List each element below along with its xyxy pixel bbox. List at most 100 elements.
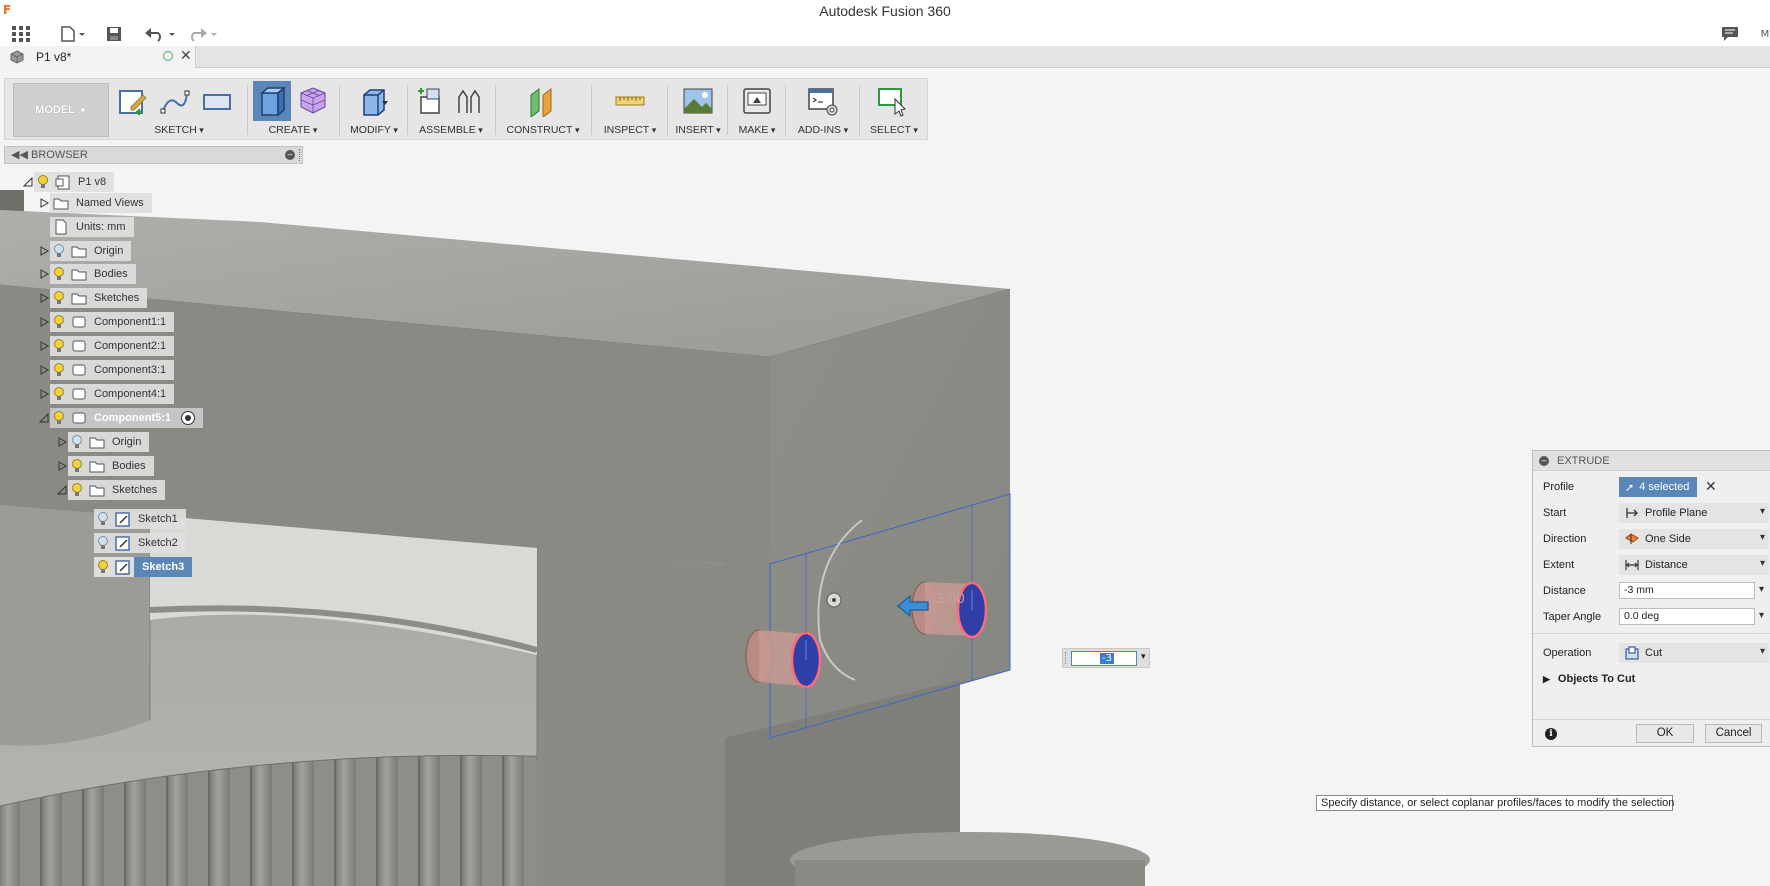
tree-node-named-views[interactable]: Named Views bbox=[38, 193, 152, 213]
file-menu-button[interactable] bbox=[60, 24, 86, 44]
visibility-bulb-icon[interactable] bbox=[50, 289, 68, 307]
expand-arrow-icon[interactable] bbox=[38, 193, 50, 213]
cancel-button[interactable]: Cancel bbox=[1705, 724, 1762, 743]
tree-node-c5-bodies[interactable]: Bodies bbox=[56, 456, 154, 476]
tree-node-component1[interactable]: Component1:1 bbox=[38, 312, 175, 332]
scripts-addins-icon[interactable] bbox=[807, 85, 839, 117]
tree-node-bodies[interactable]: Bodies bbox=[38, 264, 136, 284]
visibility-bulb-icon[interactable] bbox=[50, 313, 68, 331]
apps-grid-icon[interactable] bbox=[10, 24, 32, 44]
3d-print-icon[interactable] bbox=[741, 85, 773, 117]
visibility-bulb-icon[interactable] bbox=[50, 337, 68, 355]
toolbar-group-select[interactable]: SELECT bbox=[863, 79, 925, 141]
chevron-down-icon[interactable]: ▾ bbox=[1759, 610, 1764, 621]
rectangle-icon[interactable] bbox=[201, 85, 233, 117]
form-icon[interactable] bbox=[297, 85, 329, 117]
toolbar-group-construct[interactable]: CONSTRUCT bbox=[499, 79, 587, 141]
expand-arrow-icon[interactable] bbox=[38, 288, 50, 308]
tree-node-sketch3[interactable]: Sketch3 bbox=[94, 557, 193, 577]
collapse-browser-icon[interactable]: ◀◀ bbox=[11, 148, 28, 161]
joint-icon[interactable] bbox=[453, 85, 485, 117]
document-tab[interactable]: P1 v8* ✕ bbox=[0, 46, 196, 68]
hud-distance-field[interactable]: -3 bbox=[1071, 651, 1137, 666]
tree-root[interactable]: P1 v8 bbox=[22, 172, 115, 192]
visibility-bulb-icon[interactable] bbox=[50, 385, 68, 403]
objects-to-cut-expander[interactable]: ▶ Objects To Cut bbox=[1543, 673, 1635, 685]
tree-node-c5-sketches[interactable]: Sketches bbox=[56, 480, 166, 500]
chevron-down-icon[interactable]: ▾ bbox=[1141, 652, 1146, 662]
measure-icon[interactable] bbox=[614, 85, 646, 117]
distance-hud-input[interactable]: -3 ▾ bbox=[1062, 648, 1150, 668]
drag-grip-icon[interactable] bbox=[1065, 652, 1067, 664]
expand-arrow-icon[interactable] bbox=[56, 432, 68, 452]
tree-node-component4[interactable]: Component4:1 bbox=[38, 384, 175, 404]
extent-dropdown[interactable]: Distance bbox=[1619, 555, 1769, 575]
info-icon[interactable]: i bbox=[1545, 728, 1557, 740]
visibility-bulb-off-icon[interactable] bbox=[94, 534, 112, 552]
visibility-bulb-icon[interactable] bbox=[68, 457, 86, 475]
tree-node-origin[interactable]: Origin bbox=[38, 241, 132, 261]
select-cursor-icon[interactable] bbox=[877, 85, 909, 117]
tree-node-component3[interactable]: Component3:1 bbox=[38, 360, 175, 380]
tree-node-sketches[interactable]: Sketches bbox=[38, 288, 148, 308]
toolbar-group-sketch[interactable]: SKETCH bbox=[113, 79, 245, 141]
visibility-bulb-icon[interactable] bbox=[50, 265, 68, 283]
collapse-arrow-icon[interactable] bbox=[22, 172, 34, 192]
visibility-bulb-icon[interactable] bbox=[34, 173, 52, 191]
tree-node-component5[interactable]: Component5:1 bbox=[38, 408, 203, 428]
tree-node-sketch2[interactable]: Sketch2 bbox=[94, 533, 186, 553]
expand-arrow-icon[interactable] bbox=[38, 312, 50, 332]
resize-grip-icon[interactable] bbox=[299, 149, 302, 161]
toolbar-group-assemble[interactable]: ASSEMBLE bbox=[411, 79, 491, 141]
visibility-bulb-icon[interactable] bbox=[68, 481, 86, 499]
line-spline-icon[interactable] bbox=[159, 85, 191, 117]
model-canvas[interactable]: 3.00 bbox=[0, 68, 1770, 886]
user-initial[interactable]: M bbox=[1760, 24, 1770, 44]
expand-arrow-icon[interactable] bbox=[38, 360, 50, 380]
create-sketch-icon[interactable] bbox=[117, 85, 149, 117]
visibility-bulb-icon[interactable] bbox=[50, 409, 68, 427]
toolbar-group-insert[interactable]: INSERT bbox=[671, 79, 725, 141]
visibility-bulb-off-icon[interactable] bbox=[94, 510, 112, 528]
expand-arrow-icon[interactable] bbox=[38, 241, 50, 261]
distance-input[interactable]: -3 mm bbox=[1619, 582, 1755, 599]
tree-node-component2[interactable]: Component2:1 bbox=[38, 336, 175, 356]
collapse-arrow-icon[interactable] bbox=[38, 408, 50, 428]
canvas-viewport[interactable]: 3.00 bbox=[0, 68, 1770, 886]
clear-selection-icon[interactable]: ✕ bbox=[1705, 478, 1717, 495]
tree-node-c5-origin[interactable]: Origin bbox=[56, 432, 150, 452]
activate-component-radio-icon[interactable] bbox=[181, 411, 195, 425]
browser-header[interactable]: ◀◀ BROWSER – bbox=[4, 146, 303, 164]
offset-plane-icon[interactable] bbox=[527, 85, 559, 117]
start-dropdown[interactable]: Profile Plane bbox=[1619, 503, 1769, 523]
visibility-bulb-icon[interactable] bbox=[50, 361, 68, 379]
expand-arrow-icon[interactable] bbox=[38, 336, 50, 356]
toolbar-group-create[interactable]: CREATE bbox=[251, 79, 335, 141]
press-pull-icon[interactable] bbox=[358, 85, 390, 117]
visibility-bulb-off-icon[interactable] bbox=[68, 433, 86, 451]
expand-arrow-icon[interactable] bbox=[56, 456, 68, 476]
extrude-icon[interactable] bbox=[256, 85, 288, 117]
extrude-dialog-header[interactable]: – EXTRUDE bbox=[1533, 451, 1770, 471]
taper-angle-input[interactable]: 0.0 deg bbox=[1619, 608, 1755, 625]
collapse-arrow-icon[interactable] bbox=[56, 480, 68, 500]
profile-selection-button[interactable]: ➚ 4 selected bbox=[1619, 477, 1697, 497]
expand-arrow-icon[interactable] bbox=[38, 264, 50, 284]
insert-image-icon[interactable] bbox=[682, 85, 714, 117]
toolbar-group-inspect[interactable]: INSPECT bbox=[595, 79, 665, 141]
tree-node-units[interactable]: Units: mm bbox=[50, 217, 134, 237]
workspace-switcher-button[interactable]: MODEL ▼ bbox=[13, 83, 109, 137]
new-component-icon[interactable] bbox=[415, 85, 447, 117]
operation-dropdown[interactable]: Cut bbox=[1619, 643, 1769, 663]
chevron-down-icon[interactable]: ▾ bbox=[1759, 584, 1764, 595]
toolbar-group-make[interactable]: MAKE bbox=[731, 79, 783, 141]
minimize-browser-icon[interactable]: – bbox=[285, 150, 295, 160]
expand-arrow-icon[interactable] bbox=[38, 384, 50, 404]
direction-dropdown[interactable]: One Side bbox=[1619, 529, 1769, 549]
collapse-dialog-icon[interactable]: – bbox=[1539, 455, 1549, 466]
redo-button[interactable] bbox=[186, 24, 220, 44]
toolbar-group-add-ins[interactable]: ADD-INS bbox=[789, 79, 857, 141]
comments-icon[interactable] bbox=[1720, 24, 1740, 44]
close-tab-icon[interactable]: ✕ bbox=[180, 48, 192, 64]
save-button[interactable] bbox=[104, 24, 124, 44]
